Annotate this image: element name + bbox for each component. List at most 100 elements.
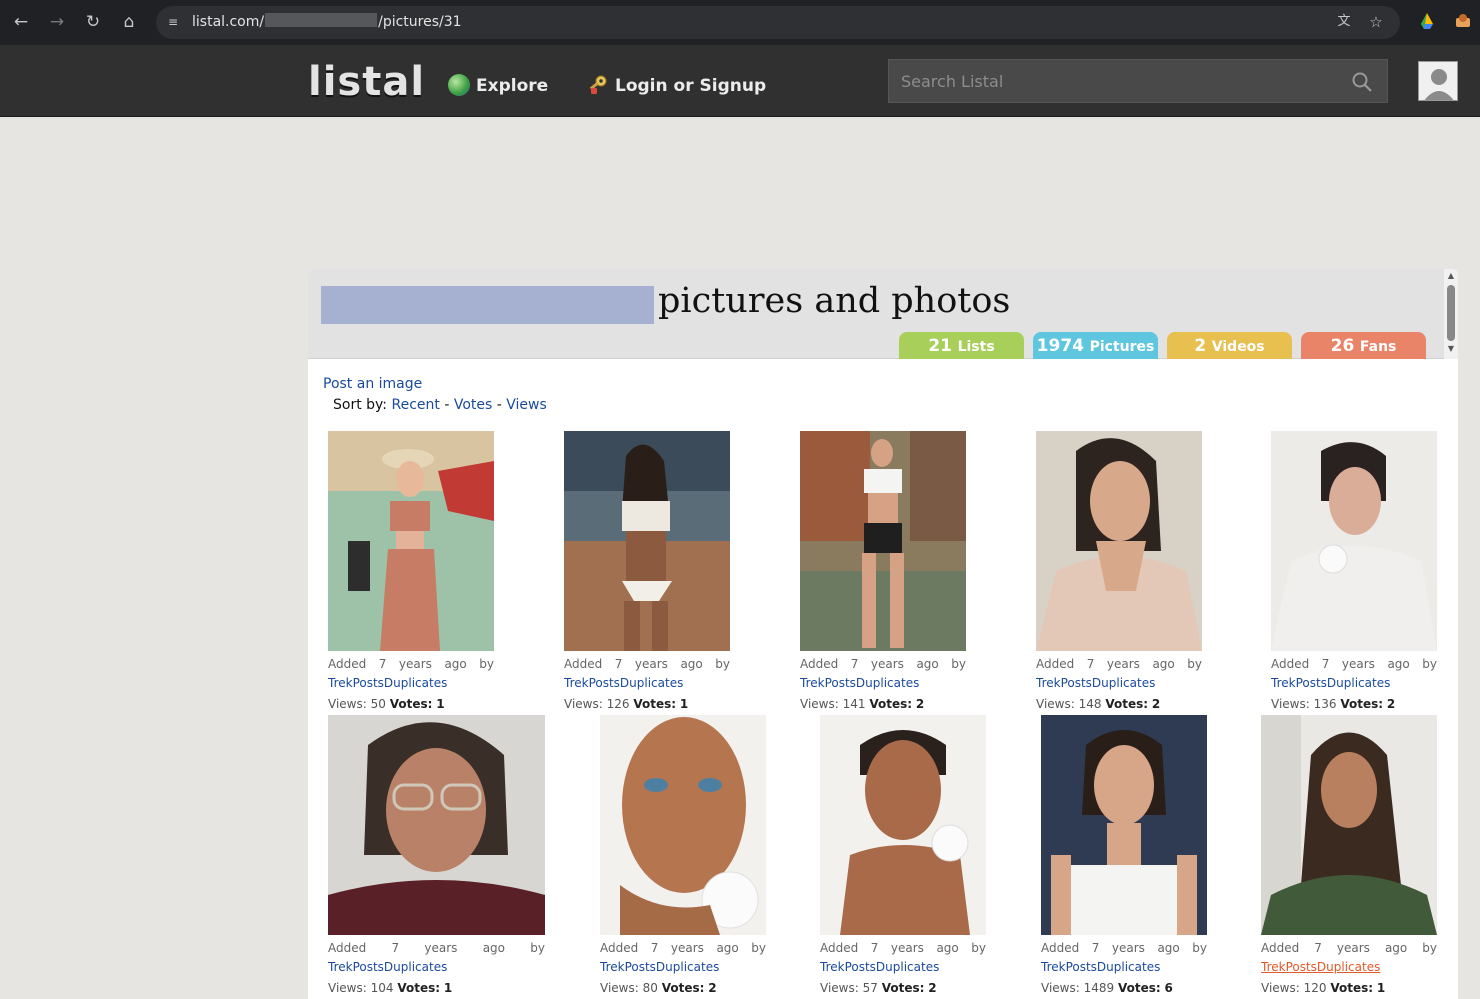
time-unit: years [1341,657,1375,671]
home-icon[interactable]: ⌂ [117,10,141,34]
votes-count: 2 [1386,697,1396,711]
votes-count: 2 [708,981,717,995]
photo-image [1271,431,1437,651]
sort-votes-link[interactable]: Votes [454,397,492,413]
votes-label: Votes: [869,697,913,711]
sort-views-link[interactable]: Views [506,397,547,413]
photo-image [800,431,966,651]
views-label: Views: [600,981,639,995]
uploader-link[interactable]: TrekPostsDuplicates [600,958,766,977]
uploader-link[interactable]: TrekPostsDuplicates [1261,958,1437,977]
translate-icon[interactable]: 文 [1334,12,1354,32]
picture-thumbnail[interactable] [820,715,986,935]
photo-image [600,715,766,935]
picture-thumbnail[interactable] [328,431,494,651]
search-input[interactable] [901,70,1331,92]
views-label: Views: [800,697,839,711]
sort-separator: - [444,397,450,413]
added-text: Added [800,657,839,671]
tab-fans[interactable]: 26 Fans [1301,332,1426,359]
url-redacted [265,13,378,27]
uploader-link[interactable]: TrekPostsDuplicates [1271,674,1437,693]
tab-videos[interactable]: 2 Videos [1167,332,1292,359]
uploader-link[interactable]: TrekPostsDuplicates [564,674,730,693]
picture-meta: Added 7 years ago by TrekPostsDuplicates Vie… [1036,655,1202,714]
picture-card: Added 7 years ago by TrekPostsDuplicates Vie… [800,431,966,714]
votes-label: Votes: [661,981,705,995]
scrollbar-thumb[interactable] [1447,285,1455,341]
votes-label: Votes: [1105,697,1149,711]
time-num: 7 [614,657,623,671]
by-text: by [751,941,766,955]
back-icon[interactable]: ← [9,10,33,34]
time-unit: years [398,657,432,671]
user-avatar[interactable] [1418,61,1458,101]
scroll-down-icon[interactable]: ▼ [1447,345,1455,353]
picture-thumbnail[interactable] [600,715,766,935]
picture-meta: Added 7 years ago by TrekPostsDuplicates Vie… [328,939,545,998]
views-count: 1489 [1083,981,1115,995]
search-box [888,59,1388,103]
photo-image [820,715,986,935]
picture-thumbnail[interactable] [564,431,730,651]
time-num: 7 [1321,657,1330,671]
time-num: 7 [1091,941,1100,955]
picture-meta: Added 7 years ago by TrekPostsDuplicates Vie… [820,939,986,998]
tab-pictures[interactable]: 1974 Pictures [1033,332,1158,359]
uploader-link[interactable]: TrekPostsDuplicates [820,958,986,977]
site-settings-icon[interactable]: ≡ [164,13,182,31]
ago-text: ago [1157,941,1180,955]
listal-logo[interactable]: listal [308,59,425,105]
views-count: 57 [862,981,878,995]
picture-meta: Added 7 years ago by TrekPostsDuplicates Vie… [564,655,730,714]
bookmark-star-icon[interactable]: ☆ [1366,12,1386,32]
sort-bar: Sort by: Recent - Votes - Views [333,397,547,413]
picture-thumbnail[interactable] [800,431,966,651]
by-text: by [971,941,986,955]
reload-icon[interactable]: ↻ [81,10,105,34]
uploader-link[interactable]: TrekPostsDuplicates [328,674,494,693]
picture-thumbnail[interactable] [1261,715,1437,935]
picture-card: Added 7 years ago by TrekPostsDuplicates Vie… [328,431,494,714]
picture-meta: Added 7 years ago by TrekPostsDuplicates Vie… [1271,655,1437,714]
uploader-link[interactable]: TrekPostsDuplicates [1036,674,1202,693]
extension-icon[interactable] [1454,12,1472,30]
votes-count: 1 [679,697,689,711]
added-text: Added [328,657,367,671]
votes-label: Votes: [389,697,433,711]
picture-thumbnail[interactable] [1041,715,1207,935]
picture-thumbnail[interactable] [328,715,545,935]
drive-extension-icon[interactable] [1418,12,1436,30]
views-count: 50 [370,697,386,711]
content-panel: pictures and photos 21 Lists 1974 Pictur… [308,269,1458,999]
forward-icon[interactable]: → [45,10,69,34]
votes-label: Votes: [397,981,441,995]
pictures-label: Pictures [1089,339,1155,355]
videos-count: 2 [1194,336,1207,356]
uploader-link[interactable]: TrekPostsDuplicates [1041,958,1207,977]
views-label: Views: [1041,981,1080,995]
picture-thumbnail[interactable] [1036,431,1202,651]
videos-label: Videos [1211,339,1265,355]
sort-recent-link[interactable]: Recent [391,397,439,413]
time-unit: years [634,657,668,671]
views-label: Views: [1271,697,1310,711]
panel-scrollbar[interactable]: ▲ ▼ [1444,269,1458,359]
uploader-link[interactable]: TrekPostsDuplicates [800,674,966,693]
post-image-link[interactable]: Post an image [323,376,422,392]
tab-lists[interactable]: 21 Lists [899,332,1024,359]
explore-link[interactable]: Explore [448,74,548,96]
login-signup-link[interactable]: Login or Signup [587,74,766,96]
page-title: pictures and photos [658,281,1011,321]
scroll-up-icon[interactable]: ▲ [1447,272,1455,280]
address-bar[interactable]: ≡ listal.com/ /pictures/31 文 ☆ [156,6,1400,39]
ago-text: ago [680,657,703,671]
url-text: listal.com/ /pictures/31 [192,13,462,30]
uploader-link[interactable]: TrekPostsDuplicates [328,958,545,977]
views-label: Views: [1261,981,1300,995]
added-text: Added [600,941,639,955]
votes-label: Votes: [1340,697,1384,711]
time-num: 7 [1086,657,1095,671]
search-icon[interactable] [1351,71,1373,93]
picture-thumbnail[interactable] [1271,431,1437,651]
